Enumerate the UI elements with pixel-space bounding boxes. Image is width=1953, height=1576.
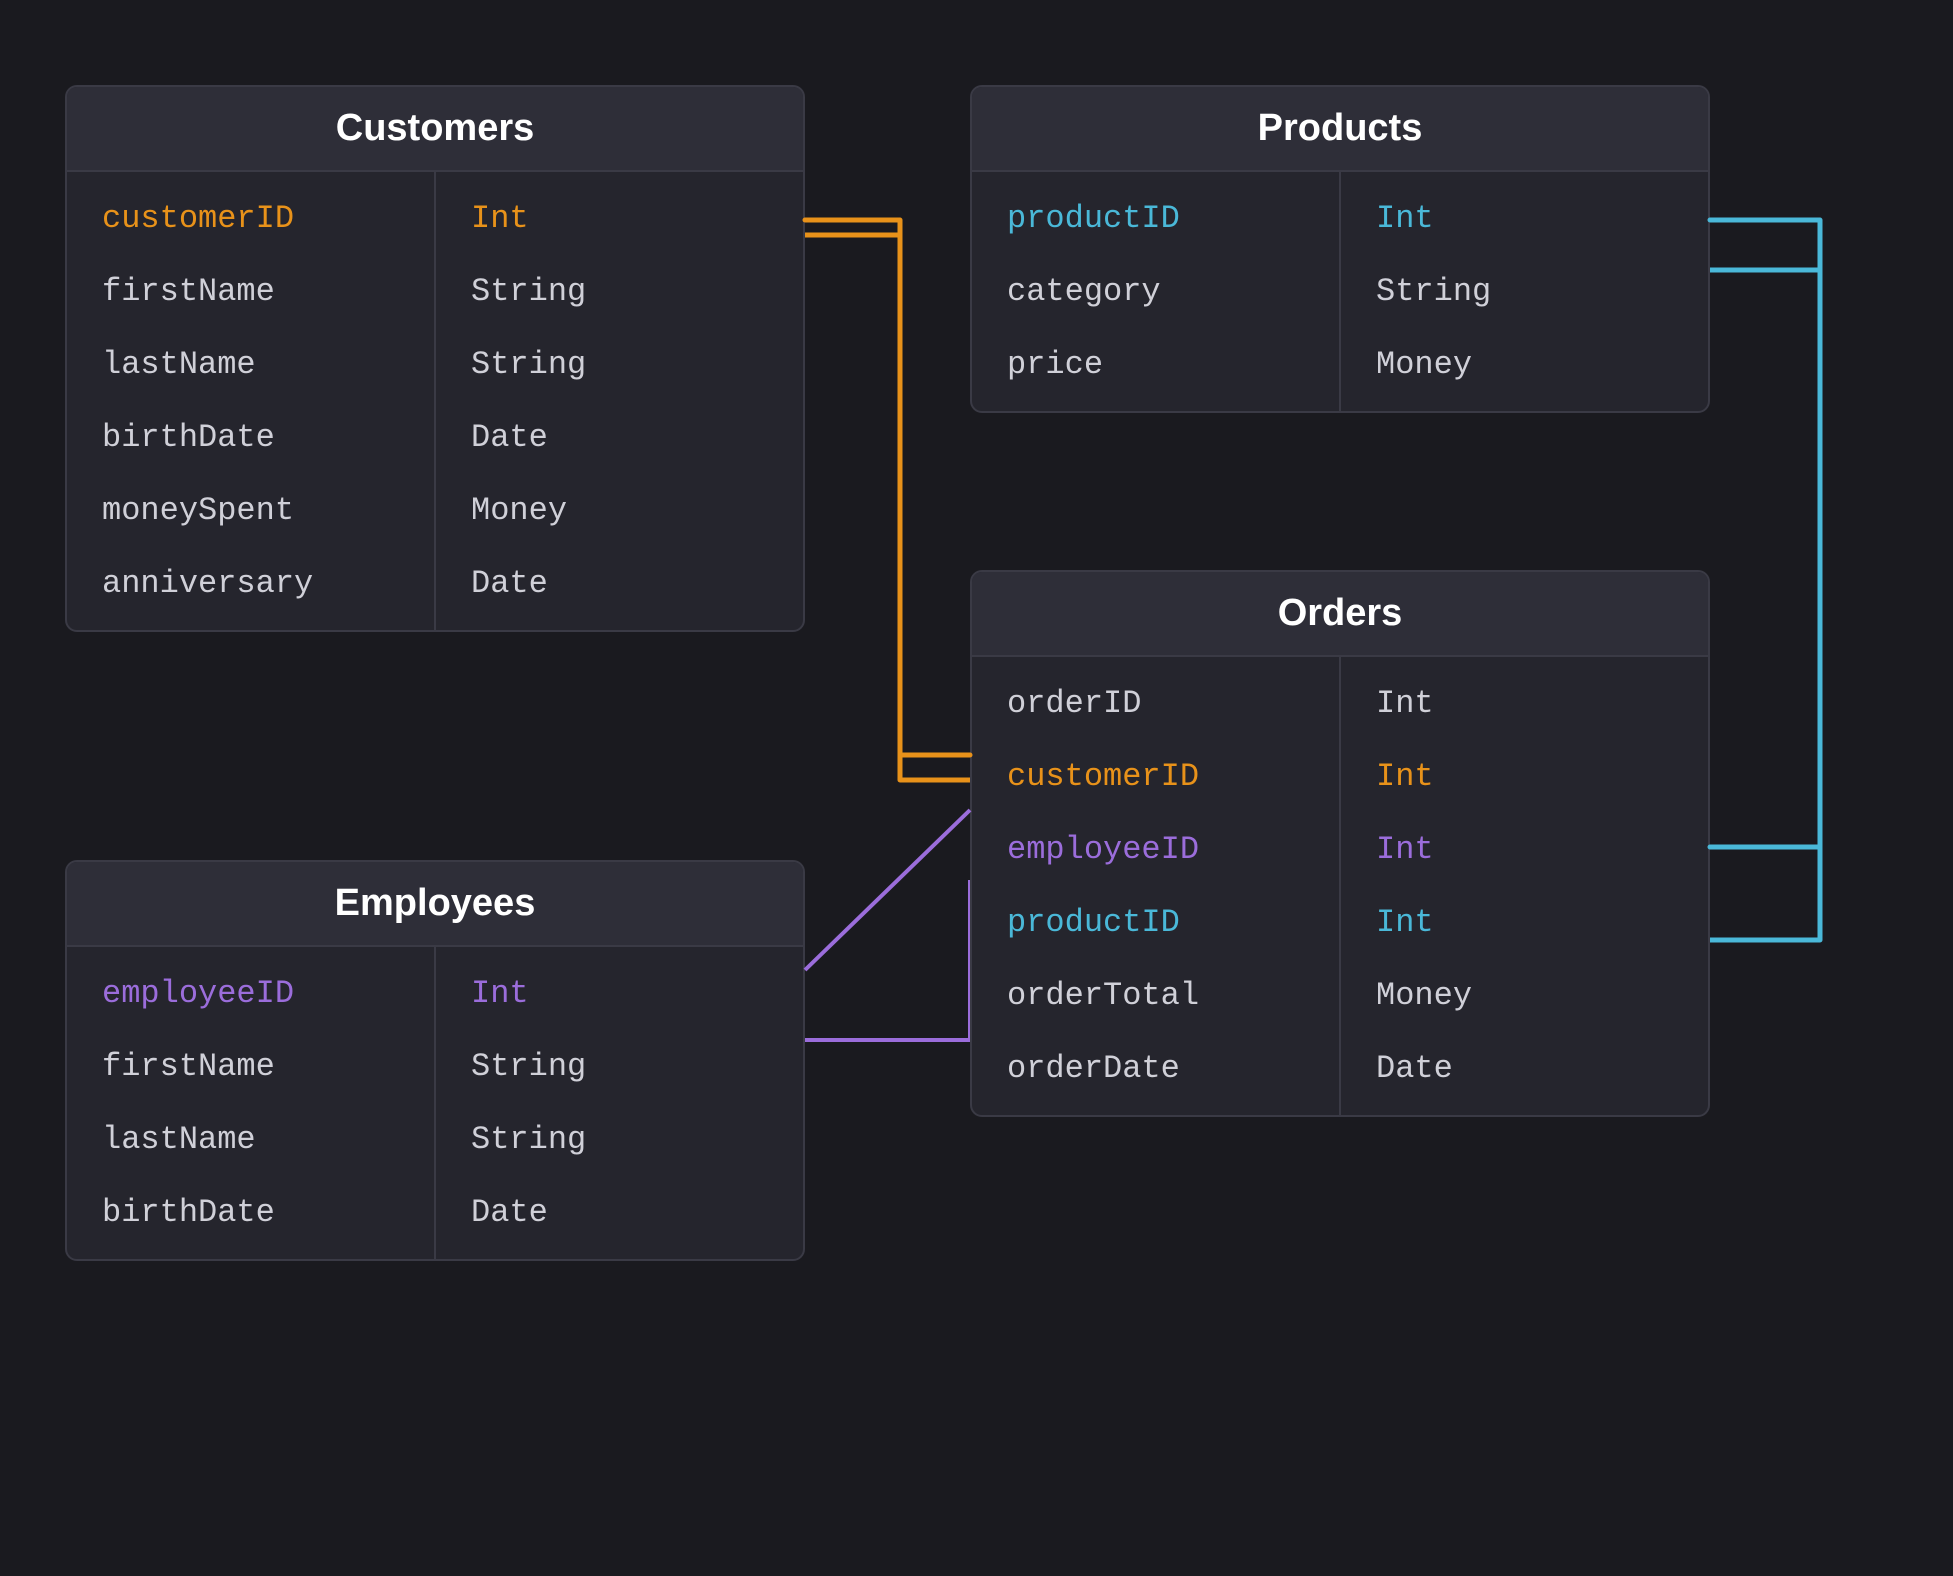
employees-field-employeeID-name: employeeID	[67, 957, 434, 1030]
orders-field-customerID-name: customerID	[972, 740, 1339, 813]
products-field-price-name: price	[972, 328, 1339, 401]
customers-field-moneySpent-type: Money	[436, 474, 803, 547]
products-body: productID category price Int String Mone…	[972, 172, 1708, 411]
customers-field-birthDate-type: Date	[436, 401, 803, 474]
orders-field-employeeID-type: Int	[1341, 813, 1708, 886]
orders-field-productID-type: Int	[1341, 886, 1708, 959]
orders-field-orderDate-name: orderDate	[972, 1032, 1339, 1105]
employees-field-lastName-name: lastName	[67, 1103, 434, 1176]
customers-field-lastName-name: lastName	[67, 328, 434, 401]
products-field-productID-name: productID	[972, 182, 1339, 255]
customers-types-col: Int String String Date Money Date	[436, 172, 803, 630]
customers-field-firstName-name: firstName	[67, 255, 434, 328]
products-field-category-type: String	[1341, 255, 1708, 328]
orders-title: Orders	[972, 572, 1708, 657]
customers-names-col: customerID firstName lastName birthDate …	[67, 172, 436, 630]
employees-title: Employees	[67, 862, 803, 947]
customers-title: Customers	[67, 87, 803, 172]
orders-field-orderTotal-name: orderTotal	[972, 959, 1339, 1032]
connector-products-orders	[1710, 220, 1820, 847]
customers-field-firstName-type: String	[436, 255, 803, 328]
employees-field-firstName-name: firstName	[67, 1030, 434, 1103]
orders-names-col: orderID customerID employeeID productID …	[972, 657, 1341, 1115]
customers-field-birthDate-name: birthDate	[67, 401, 434, 474]
connector-employees-orders	[805, 810, 970, 970]
products-names-col: productID category price	[972, 172, 1341, 411]
products-table: Products productID category price Int St…	[970, 85, 1710, 413]
customers-body: customerID firstName lastName birthDate …	[67, 172, 803, 630]
employees-field-firstName-type: String	[436, 1030, 803, 1103]
orders-field-orderID-name: orderID	[972, 667, 1339, 740]
orders-field-productID-name: productID	[972, 886, 1339, 959]
products-types-col: Int String Money	[1341, 172, 1708, 411]
orders-body: orderID customerID employeeID productID …	[972, 657, 1708, 1115]
customers-table: Customers customerID firstName lastName …	[65, 85, 805, 632]
orders-field-orderID-type: Int	[1341, 667, 1708, 740]
customers-field-customerID-name: customerID	[67, 182, 434, 255]
orders-types-col: Int Int Int Int Money Date	[1341, 657, 1708, 1115]
products-title: Products	[972, 87, 1708, 172]
employees-table: Employees employeeID firstName lastName …	[65, 860, 805, 1261]
employees-names-col: employeeID firstName lastName birthDate	[67, 947, 436, 1259]
connector-customers-orders	[805, 220, 970, 755]
customers-field-anniversary-type: Date	[436, 547, 803, 620]
customers-field-lastName-type: String	[436, 328, 803, 401]
employees-field-birthDate-type: Date	[436, 1176, 803, 1249]
customers-field-moneySpent-name: moneySpent	[67, 474, 434, 547]
employees-field-employeeID-type: Int	[436, 957, 803, 1030]
employees-types-col: Int String String Date	[436, 947, 803, 1259]
orders-table: Orders orderID customerID employeeID pro…	[970, 570, 1710, 1117]
orders-field-orderDate-type: Date	[1341, 1032, 1708, 1105]
products-field-price-type: Money	[1341, 328, 1708, 401]
diagram-container: Customers customerID firstName lastName …	[0, 0, 1953, 1576]
customers-field-customerID-type: Int	[436, 182, 803, 255]
products-field-category-name: category	[972, 255, 1339, 328]
customers-field-anniversary-name: anniversary	[67, 547, 434, 620]
products-field-productID-type: Int	[1341, 182, 1708, 255]
orders-field-orderTotal-type: Money	[1341, 959, 1708, 1032]
orders-field-customerID-type: Int	[1341, 740, 1708, 813]
employees-body: employeeID firstName lastName birthDate …	[67, 947, 803, 1259]
orders-field-employeeID-name: employeeID	[972, 813, 1339, 886]
employees-field-birthDate-name: birthDate	[67, 1176, 434, 1249]
employees-field-lastName-type: String	[436, 1103, 803, 1176]
